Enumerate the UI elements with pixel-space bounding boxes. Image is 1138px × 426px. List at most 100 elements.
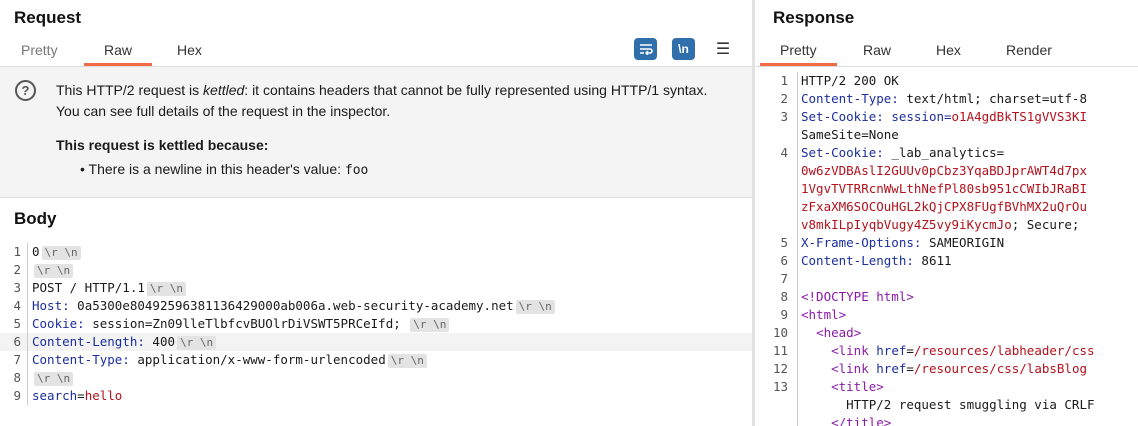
show-newlines-button[interactable]: \n [672, 38, 695, 60]
crlf-marker: \r \n [410, 318, 450, 332]
response-title: Response [773, 8, 855, 27]
code-line: 3 POST / HTTP/1.1 \r \n [0, 279, 752, 297]
header-name: Content-Length: [801, 253, 914, 268]
header-name: Content-Type: [801, 91, 899, 106]
html-tag: <link [831, 343, 877, 358]
notice-bullet: • There is a newline in this header's va… [80, 161, 368, 178]
code-line: 1VgvTVTRRcnWwLthNefPl80sb951cCWIbJRaBI [755, 180, 1138, 198]
notice-text-line2: You can see full details of the request … [56, 103, 391, 119]
line-number: 6 [13, 334, 21, 349]
code-line: zFxaXM6SOCOuHGL2kQjCPX8FUgfBVhMX2uQrOu [755, 198, 1138, 216]
header-value-code: foo [344, 163, 369, 178]
code-line: 11 <link href=/resources/labheader/css [755, 342, 1138, 360]
line-number: 4 [13, 298, 21, 313]
code-line: 3 Set-Cookie: session=o1A4gdBkTS1gVVS3KI [755, 108, 1138, 126]
header-value: SAMEORIGIN [921, 235, 1005, 250]
code-text: HTTP/2 200 OK [801, 73, 899, 88]
attr-name: href [876, 361, 907, 376]
line-number: 2 [13, 262, 21, 277]
tab-hex[interactable]: Hex [177, 38, 202, 66]
code-line: v8mkILpIyqbVugy4Z5vy9iKycmJo; Secure; [755, 216, 1138, 234]
code-line: 7 Content-Type: application/x-www-form-ur… [0, 351, 752, 369]
line-number: 9 [13, 388, 21, 403]
code-line: 6 Content-Length: 8611 [755, 252, 1138, 270]
attr-value: /resources/css/labsBlog [913, 361, 1087, 376]
header-name: Cookie: [32, 316, 85, 331]
param-name: search [32, 388, 78, 403]
code-line: 8 \r \n [0, 369, 752, 387]
code-line: 4 Host: 0a5300e80492596381136429000ab006a… [0, 297, 752, 315]
attr-equals: = [906, 361, 914, 376]
code-line: 9 <html> [755, 306, 1138, 324]
html-tag: <head> [816, 325, 862, 340]
html-tag: </title> [831, 415, 892, 426]
line-number: 8 [780, 289, 788, 304]
response-panel: Response Pretty Raw Hex Render 1 HTTP/2 2… [755, 0, 1138, 426]
header-name: X-Frame-Options: [801, 235, 922, 250]
bullet-text: • There is a newline in this header's va… [80, 161, 345, 177]
code-text: 0 [32, 244, 40, 259]
html-tag: <link [831, 361, 877, 376]
html-tag: <html> [801, 307, 847, 322]
wrap-lines-icon[interactable] [634, 38, 657, 60]
cookie-value: 1VgvTVTRRcnWwLthNefPl80sb951cCWIbJRaBI [801, 181, 1087, 196]
header-value: _lab_analytics= [883, 145, 1005, 160]
attr-equals: = [906, 343, 914, 358]
kettled-notice: ? This HTTP/2 request is kettled: it con… [0, 67, 752, 198]
code-line: 1 HTTP/2 200 OK [755, 72, 1138, 90]
code-line: 5 X-Frame-Options: SAMEORIGIN [755, 234, 1138, 252]
cookie-attrs: ; Secure; [1011, 217, 1080, 232]
line-number: 11 [772, 343, 788, 358]
code-line: 0w6zVDBAslI2GUUv0pCbz3YqaBDJprAWT4d7px [755, 162, 1138, 180]
code-line: SameSite=None [755, 126, 1138, 144]
attr-name: href [876, 343, 907, 358]
code-line: 10 <head> [755, 324, 1138, 342]
header-value: 400 [144, 334, 175, 349]
code-line: </title> [755, 414, 1138, 426]
code-line: 8 <!DOCTYPE html> [755, 288, 1138, 306]
line-number: 5 [13, 316, 21, 331]
code-text: SameSite=None [801, 127, 899, 142]
line-number: 6 [780, 253, 788, 268]
code-line: 7 [755, 270, 1138, 288]
crlf-marker: \r \n [387, 354, 427, 368]
tab-render[interactable]: Render [1006, 38, 1052, 66]
menu-icon[interactable]: ☰ [713, 38, 733, 60]
tab-raw[interactable]: Raw [83, 38, 153, 66]
header-name: Set-Cookie: [801, 109, 884, 124]
notice-text-part: : it contains headers that cannot be ful… [244, 82, 708, 98]
request-panel: Request Pretty Raw Hex \n ☰ ? This HTTP/… [0, 0, 752, 426]
body-title: Body [14, 209, 57, 228]
code-line: 2 \r \n [0, 261, 752, 279]
crlf-marker: \r \n [515, 300, 555, 314]
cookie-name: session= [883, 109, 952, 124]
line-number: 1 [13, 244, 21, 259]
header-value: text/html; charset=utf-8 [898, 91, 1087, 106]
tab-raw[interactable]: Raw [863, 38, 891, 66]
tab-pretty[interactable]: Pretty [760, 38, 836, 66]
line-number: 13 [772, 379, 788, 394]
notice-text-part: This HTTP/2 request is [56, 82, 204, 98]
header-name: Host: [32, 298, 70, 313]
code-line: 2 Content-Type: text/html; charset=utf-8 [755, 90, 1138, 108]
notice-kettled-emphasis: kettled [203, 82, 245, 98]
header-value: 0a5300e80492596381136429000ab006a.web-se… [69, 298, 514, 313]
header-value: application/x-www-form-urlencoded [129, 352, 386, 367]
crlf-marker: \r \n [41, 246, 81, 260]
code-text: POST / HTTP/1.1 [32, 280, 145, 295]
code-line: 4 Set-Cookie: _lab_analytics= [755, 144, 1138, 162]
code-line: 5 Cookie: session=Zn09lleTlbfcvBUOlrDiVSW… [0, 315, 752, 333]
header-name: Set-Cookie: [801, 145, 884, 160]
crlf-marker: \r \n [146, 282, 187, 296]
crlf-marker: \r \n [34, 264, 74, 278]
line-number: 7 [780, 271, 788, 286]
line-number: 3 [780, 109, 788, 124]
notice-text: This HTTP/2 request is kettled: it conta… [56, 80, 746, 122]
tab-pretty[interactable]: Pretty [21, 38, 58, 66]
cookie-value: v8mkILpIyqbVugy4Z5vy9iKycmJo [801, 217, 1012, 232]
tab-hex[interactable]: Hex [936, 38, 961, 66]
